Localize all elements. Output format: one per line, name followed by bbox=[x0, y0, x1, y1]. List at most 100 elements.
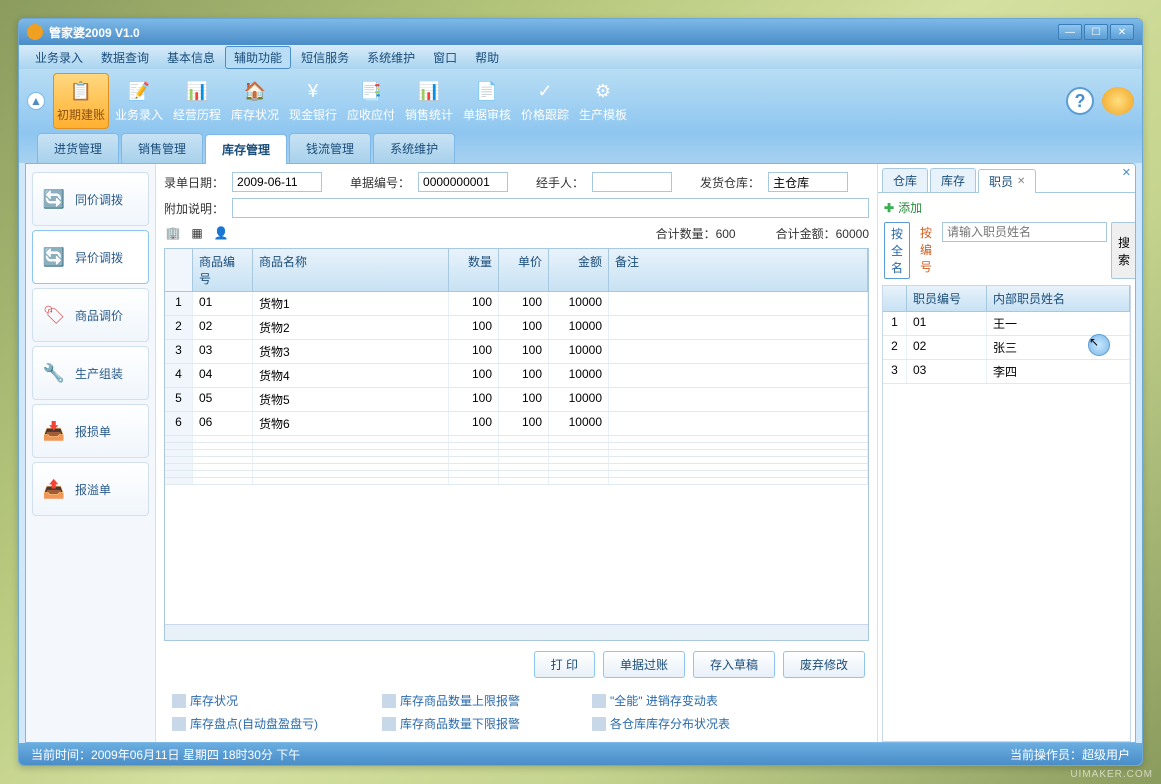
tool-9[interactable]: ⚙生产模板 bbox=[575, 73, 631, 129]
sidebar-item-2[interactable]: 🏷商品调价 bbox=[32, 288, 149, 342]
note-input[interactable] bbox=[232, 198, 869, 218]
summary-amount: 合计金额：60000 bbox=[776, 225, 869, 242]
action-1[interactable]: 单据过账 bbox=[603, 651, 685, 678]
docno-input[interactable] bbox=[418, 172, 508, 192]
panel-close-icon[interactable]: ✕ bbox=[1122, 166, 1131, 179]
tool-4[interactable]: ¥现金银行 bbox=[285, 73, 341, 129]
table-row[interactable]: 404货物410010010000 bbox=[165, 364, 868, 388]
table-row-empty[interactable] bbox=[165, 471, 868, 478]
right-tab-2[interactable]: 职员✕ bbox=[978, 169, 1036, 193]
menu-1[interactable]: 数据查询 bbox=[93, 47, 157, 68]
rcol-code[interactable]: 职员编号 bbox=[907, 286, 987, 311]
report-link-0[interactable]: 库存状况 bbox=[172, 692, 352, 709]
col-name[interactable]: 商品名称 bbox=[253, 249, 449, 291]
sidebar: 🔄同价调拨🔄异价调拨🏷商品调价🔧生产组装📥报损单📤报溢单 bbox=[26, 164, 156, 742]
sidebar-item-0[interactable]: 🔄同价调拨 bbox=[32, 172, 149, 226]
add-button[interactable]: ✚ 添加 bbox=[884, 199, 922, 216]
menu-5[interactable]: 系统维护 bbox=[359, 47, 423, 68]
summary-qty: 合计数量：600 bbox=[656, 225, 736, 242]
table-row[interactable]: 505货物510010010000 bbox=[165, 388, 868, 412]
sidebar-item-4[interactable]: 📥报损单 bbox=[32, 404, 149, 458]
horizontal-scrollbar[interactable] bbox=[165, 624, 868, 640]
tool-1[interactable]: 📝业务录入 bbox=[111, 73, 167, 129]
content-area: 🔄同价调拨🔄异价调拨🏷商品调价🔧生产组装📥报损单📤报溢单 录单日期： 单据编号：… bbox=[25, 163, 1136, 743]
table-row-empty[interactable] bbox=[165, 443, 868, 450]
employee-row[interactable]: 303李四 bbox=[883, 360, 1130, 384]
tool-7[interactable]: 📄单据审核 bbox=[459, 73, 515, 129]
collapse-toolbar-icon[interactable]: ▲ bbox=[27, 92, 45, 110]
tool-6[interactable]: 📊销售统计 bbox=[401, 73, 457, 129]
col-price[interactable]: 单价 bbox=[499, 249, 549, 291]
sidebar-icon-2: 🏷 bbox=[43, 304, 65, 326]
cursor-icon: ↖ bbox=[1088, 334, 1110, 356]
tool-3[interactable]: 🏠库存状况 bbox=[227, 73, 283, 129]
sidebar-item-5[interactable]: 📤报溢单 bbox=[32, 462, 149, 516]
help-icon[interactable]: ? bbox=[1066, 87, 1094, 115]
warehouse-input[interactable] bbox=[768, 172, 848, 192]
col-remark[interactable]: 备注 bbox=[609, 249, 868, 291]
filter-by-name[interactable]: 按全名 bbox=[884, 222, 910, 279]
tab-close-icon[interactable]: ✕ bbox=[1017, 176, 1025, 187]
table-row-empty[interactable] bbox=[165, 436, 868, 443]
report-link-4[interactable]: 库存商品数量下限报警 bbox=[382, 715, 562, 732]
table-row-empty[interactable] bbox=[165, 457, 868, 464]
main-tab-2[interactable]: 库存管理 bbox=[205, 134, 287, 164]
action-2[interactable]: 存入草稿 bbox=[693, 651, 775, 678]
report-icon bbox=[592, 694, 606, 708]
col-code[interactable]: 商品编号 bbox=[193, 249, 253, 291]
report-links: 库存状况 库存商品数量上限报警 "全能" 进销存变动表库存盘点(自动盘盈盘亏) 库存商… bbox=[164, 688, 869, 736]
report-link-3[interactable]: 库存盘点(自动盘盈盘亏) bbox=[172, 715, 352, 732]
right-tab-0[interactable]: 仓库 bbox=[882, 168, 928, 192]
feedback-icon[interactable] bbox=[1102, 87, 1134, 115]
main-tab-1[interactable]: 销售管理 bbox=[121, 133, 203, 163]
col-amount[interactable]: 金额 bbox=[549, 249, 609, 291]
app-icon bbox=[27, 24, 43, 40]
report-link-5[interactable]: 各仓库库存分布状况表 bbox=[592, 715, 772, 732]
tool-5[interactable]: 📑应收应付 bbox=[343, 73, 399, 129]
main-tab-0[interactable]: 进货管理 bbox=[37, 133, 119, 163]
sidebar-item-3[interactable]: 🔧生产组装 bbox=[32, 346, 149, 400]
tool-icon-6: 📊 bbox=[415, 80, 443, 104]
menu-7[interactable]: 帮助 bbox=[467, 47, 507, 68]
search-button[interactable]: 搜索 bbox=[1111, 222, 1136, 279]
table-row-empty[interactable] bbox=[165, 450, 868, 457]
table-row[interactable]: 303货物310010010000 bbox=[165, 340, 868, 364]
report-link-2[interactable]: "全能" 进销存变动表 bbox=[592, 692, 772, 709]
person-icon[interactable]: 👤 bbox=[212, 224, 230, 242]
handler-input[interactable] bbox=[592, 172, 672, 192]
report-link-1[interactable]: 库存商品数量上限报警 bbox=[382, 692, 562, 709]
filter-by-code[interactable]: 按编号 bbox=[914, 222, 938, 279]
employee-row[interactable]: 101王一 bbox=[883, 312, 1130, 336]
menu-4[interactable]: 短信服务 bbox=[293, 47, 357, 68]
date-input[interactable] bbox=[232, 172, 322, 192]
grid-body[interactable]: 101货物110010010000202货物210010010000303货物3… bbox=[165, 292, 868, 624]
col-qty[interactable]: 数量 bbox=[449, 249, 499, 291]
table-row[interactable]: 101货物110010010000 bbox=[165, 292, 868, 316]
menu-6[interactable]: 窗口 bbox=[425, 47, 465, 68]
action-3[interactable]: 废弃修改 bbox=[783, 651, 865, 678]
table-row-empty[interactable] bbox=[165, 478, 868, 485]
right-tab-1[interactable]: 库存 bbox=[930, 168, 976, 192]
menu-3[interactable]: 辅助功能 bbox=[225, 46, 291, 69]
tool-0[interactable]: 📋初期建账 bbox=[53, 73, 109, 129]
menu-2[interactable]: 基本信息 bbox=[159, 47, 223, 68]
main-tab-4[interactable]: 系统维护 bbox=[373, 133, 455, 163]
search-input[interactable] bbox=[942, 222, 1107, 242]
table-row[interactable]: 202货物210010010000 bbox=[165, 316, 868, 340]
close-button[interactable]: ✕ bbox=[1110, 24, 1134, 40]
menubar: 业务录入数据查询基本信息辅助功能短信服务系统维护窗口帮助 bbox=[19, 45, 1142, 69]
table-row[interactable]: 606货物610010010000 bbox=[165, 412, 868, 436]
minimize-button[interactable]: — bbox=[1058, 24, 1082, 40]
sidebar-item-1[interactable]: 🔄异价调拨 bbox=[32, 230, 149, 284]
menu-0[interactable]: 业务录入 bbox=[27, 47, 91, 68]
table-row-empty[interactable] bbox=[165, 464, 868, 471]
grid-icon[interactable]: ▦ bbox=[188, 224, 206, 242]
main-tab-3[interactable]: 钱流管理 bbox=[289, 133, 371, 163]
maximize-button[interactable]: ☐ bbox=[1084, 24, 1108, 40]
building-icon[interactable]: 🏢 bbox=[164, 224, 182, 242]
rcol-name[interactable]: 内部职员姓名 bbox=[987, 286, 1130, 311]
tool-8[interactable]: ✓价格跟踪 bbox=[517, 73, 573, 129]
tool-icon-8: ✓ bbox=[531, 80, 559, 104]
action-0[interactable]: 打 印 bbox=[534, 651, 595, 678]
tool-2[interactable]: 📊经营历程 bbox=[169, 73, 225, 129]
